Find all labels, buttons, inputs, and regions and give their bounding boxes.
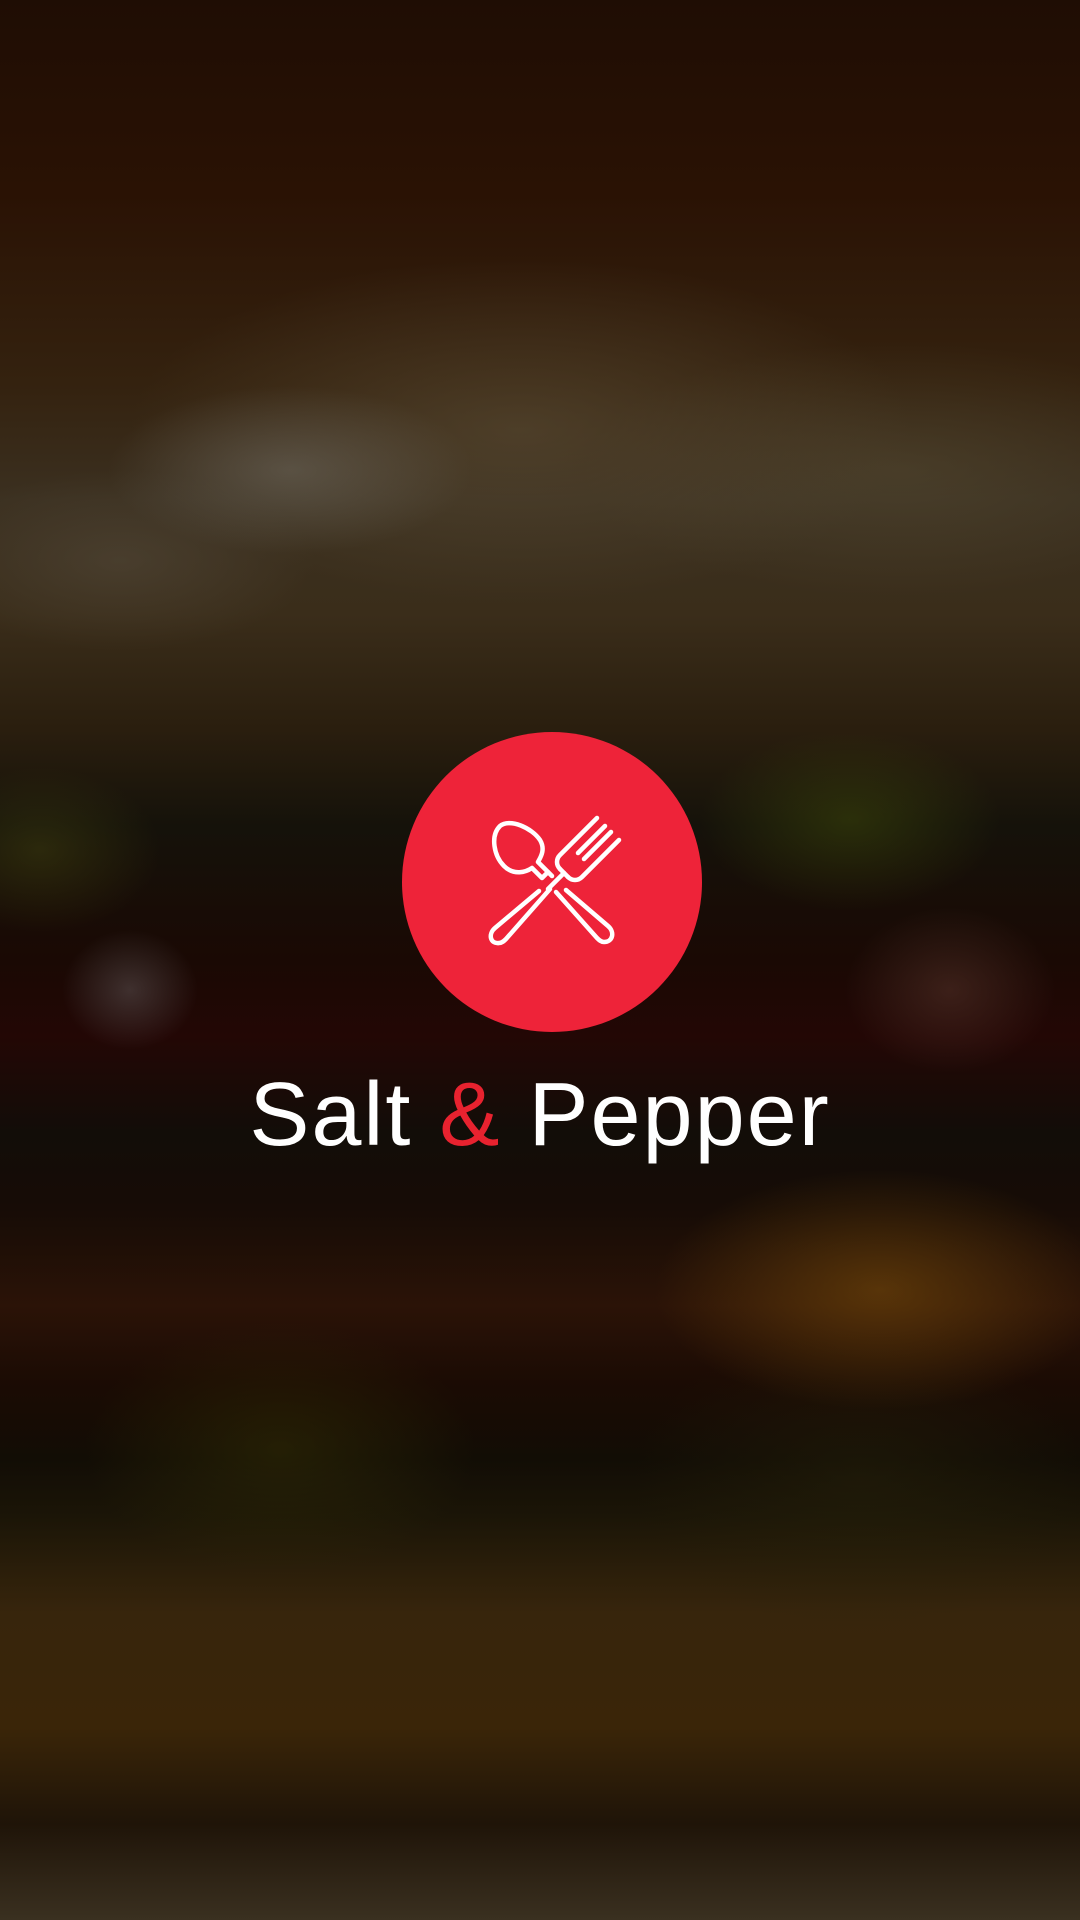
app-title-salt: Salt [249, 1065, 413, 1165]
logo-badge [402, 732, 702, 1032]
spoon-and-fork-icon [488, 815, 622, 946]
app-title-pepper: Pepper [528, 1065, 831, 1165]
app-title: Salt & Pepper [0, 1060, 1080, 1170]
splash-screen: Salt & Pepper [0, 0, 1080, 1920]
app-title-ampersand: & [439, 1065, 502, 1165]
